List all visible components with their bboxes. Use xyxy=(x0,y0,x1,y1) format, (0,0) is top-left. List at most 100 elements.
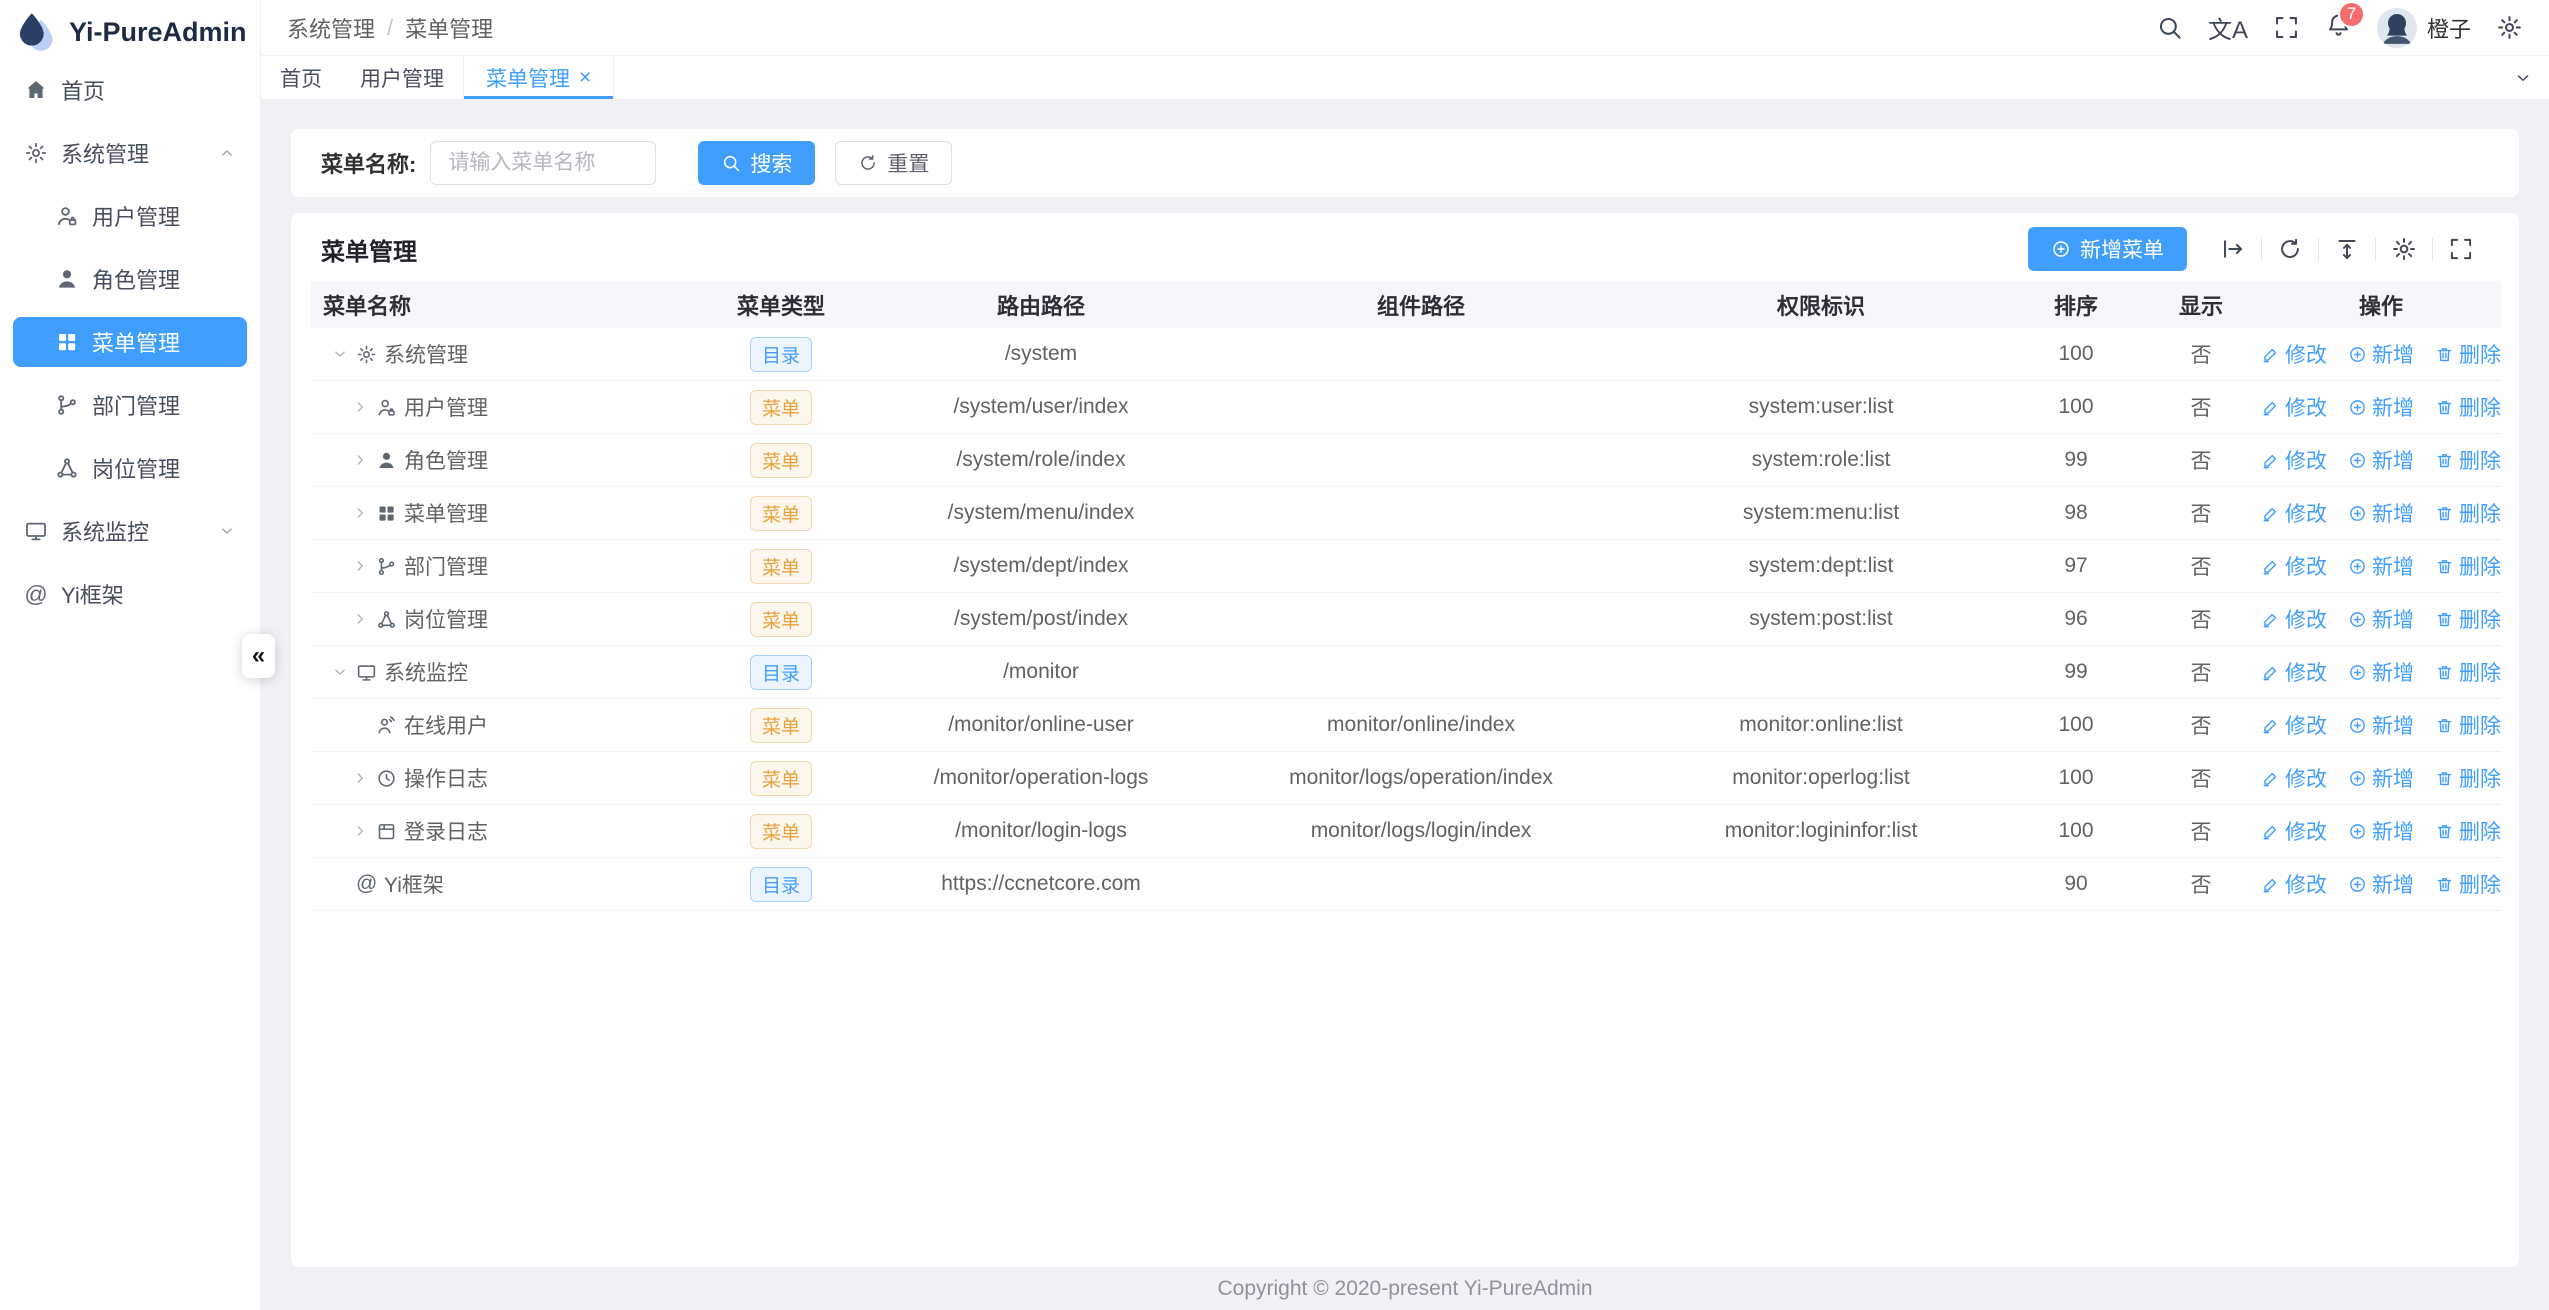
expand-row-icon[interactable] xyxy=(351,398,369,416)
op-edit-link[interactable]: 修改 xyxy=(2261,657,2327,687)
op-trash-link[interactable]: 删除 xyxy=(2435,657,2501,687)
notification-bell[interactable]: 7 xyxy=(2325,12,2352,44)
op-trash-link[interactable]: 删除 xyxy=(2435,710,2501,740)
expand-row-icon[interactable] xyxy=(351,822,369,840)
op-edit-link[interactable]: 修改 xyxy=(2261,339,2327,369)
op-plus-circle-link[interactable]: 新增 xyxy=(2348,710,2414,740)
tab-首页[interactable]: 首页 xyxy=(261,56,341,99)
menu-name-input[interactable] xyxy=(430,141,656,185)
op-trash-link[interactable]: 删除 xyxy=(2435,392,2501,422)
collapse-row-icon[interactable] xyxy=(331,663,349,681)
breadcrumb-item-current: 菜单管理 xyxy=(405,12,493,44)
edit-icon xyxy=(2261,398,2280,417)
plus-circle-icon xyxy=(2348,610,2367,629)
op-edit-link[interactable]: 修改 xyxy=(2261,392,2327,422)
op-edit-link[interactable]: 修改 xyxy=(2261,869,2327,899)
branch-icon xyxy=(376,556,397,577)
sidebar-item-home[interactable]: 首页 xyxy=(13,65,247,115)
menu-table: 菜单名称菜单类型路由路径组件路径权限标识排序显示操作 系统管理目录/system… xyxy=(311,281,2501,911)
op-trash-link[interactable]: 删除 xyxy=(2435,763,2501,793)
expand-icon[interactable] xyxy=(2220,236,2246,262)
op-plus-circle-link[interactable]: 新增 xyxy=(2348,816,2414,846)
op-plus-circle-link[interactable]: 新增 xyxy=(2348,869,2414,899)
refresh-icon[interactable] xyxy=(2277,236,2303,262)
op-edit-link[interactable]: 修改 xyxy=(2261,445,2327,475)
density-icon[interactable] xyxy=(2334,236,2360,262)
menu-type-tag: 菜单 xyxy=(750,443,812,478)
breadcrumb-item[interactable]: 系统管理 xyxy=(287,12,375,44)
trash-icon xyxy=(2435,663,2454,682)
column-header-组件路径: 组件路径 xyxy=(1211,281,1631,328)
op-trash-link[interactable]: 删除 xyxy=(2435,551,2501,581)
expand-row-icon[interactable] xyxy=(351,610,369,628)
sidebar-item-user[interactable]: 用户管理 xyxy=(13,191,247,241)
sidebar-item-grid[interactable]: 菜单管理 xyxy=(13,317,247,367)
sidebar-collapse-button[interactable]: « xyxy=(242,634,275,678)
op-plus-circle-link[interactable]: 新增 xyxy=(2348,445,2414,475)
sidebar-item-gear[interactable]: 系统管理 xyxy=(13,128,247,178)
op-trash-link[interactable]: 删除 xyxy=(2435,869,2501,899)
cell-visible: 否 xyxy=(2141,540,2261,593)
search-icon[interactable] xyxy=(2156,14,2183,41)
tab-用户管理[interactable]: 用户管理 xyxy=(341,56,463,99)
reset-button[interactable]: 重置 xyxy=(835,141,952,185)
op-edit-link[interactable]: 修改 xyxy=(2261,604,2327,634)
collapse-row-icon[interactable] xyxy=(331,345,349,363)
expand-row-icon[interactable] xyxy=(351,557,369,575)
op-plus-circle-link[interactable]: 新增 xyxy=(2348,604,2414,634)
sidebar-item-label: 用户管理 xyxy=(92,200,180,232)
fullscreen-icon[interactable] xyxy=(2273,14,2300,41)
add-menu-button-label: 新增菜单 xyxy=(2080,234,2164,264)
cell-type: 菜单 xyxy=(691,434,871,487)
add-menu-button[interactable]: 新增菜单 xyxy=(2028,227,2187,271)
op-plus-circle-link[interactable]: 新增 xyxy=(2348,339,2414,369)
expand-row-icon[interactable] xyxy=(351,451,369,469)
op-trash-link[interactable]: 删除 xyxy=(2435,445,2501,475)
online-user-icon xyxy=(376,715,397,736)
menu-type-tag: 菜单 xyxy=(750,496,812,531)
op-label: 修改 xyxy=(2285,339,2327,369)
user-menu[interactable]: 橙子 xyxy=(2377,8,2471,48)
cell-permission xyxy=(1631,646,2011,699)
cell-visible: 否 xyxy=(2141,646,2261,699)
op-edit-link[interactable]: 修改 xyxy=(2261,498,2327,528)
op-edit-link[interactable]: 修改 xyxy=(2261,551,2327,581)
tabs-more-button[interactable] xyxy=(2497,56,2549,99)
tab-菜单管理[interactable]: 菜单管理× xyxy=(463,56,614,99)
sidebar-item-at[interactable]: @Yi框架 xyxy=(13,569,247,619)
sidebar-item-branch[interactable]: 部门管理 xyxy=(13,380,247,430)
cell-sort: 100 xyxy=(2011,752,2141,805)
fullscreen-icon[interactable] xyxy=(2448,236,2474,262)
op-plus-circle-link[interactable]: 新增 xyxy=(2348,657,2414,687)
cell-type: 目录 xyxy=(691,646,871,699)
op-plus-circle-link[interactable]: 新增 xyxy=(2348,392,2414,422)
sidebar-item-user-filled[interactable]: 角色管理 xyxy=(13,254,247,304)
op-plus-circle-link[interactable]: 新增 xyxy=(2348,498,2414,528)
search-button[interactable]: 搜索 xyxy=(698,141,815,185)
cell-visible: 否 xyxy=(2141,487,2261,540)
close-tab-icon[interactable]: × xyxy=(579,67,591,88)
op-trash-link[interactable]: 删除 xyxy=(2435,816,2501,846)
expand-row-icon[interactable] xyxy=(351,504,369,522)
plus-circle-icon xyxy=(2051,239,2071,259)
sidebar-item-monitor[interactable]: 系统监控 xyxy=(13,506,247,556)
sidebar-item-nodes[interactable]: 岗位管理 xyxy=(13,443,247,493)
op-trash-link[interactable]: 删除 xyxy=(2435,604,2501,634)
translate-icon[interactable]: 文A xyxy=(2208,10,2248,45)
plus-circle-icon xyxy=(2348,398,2367,417)
op-edit-link[interactable]: 修改 xyxy=(2261,816,2327,846)
cell-component xyxy=(1211,328,1631,381)
settings-gear-icon[interactable] xyxy=(2496,14,2523,41)
table-row: 系统管理目录/system100否修改新增删除 xyxy=(311,328,2501,381)
op-plus-circle-link[interactable]: 新增 xyxy=(2348,763,2414,793)
expand-row-icon[interactable] xyxy=(351,769,369,787)
gear-icon[interactable] xyxy=(2391,236,2417,262)
op-edit-link[interactable]: 修改 xyxy=(2261,710,2327,740)
cell-type: 目录 xyxy=(691,328,871,381)
menu-type-tag: 目录 xyxy=(750,867,812,902)
op-plus-circle-link[interactable]: 新增 xyxy=(2348,551,2414,581)
op-trash-link[interactable]: 删除 xyxy=(2435,498,2501,528)
op-label: 修改 xyxy=(2285,392,2327,422)
op-edit-link[interactable]: 修改 xyxy=(2261,763,2327,793)
op-trash-link[interactable]: 删除 xyxy=(2435,339,2501,369)
